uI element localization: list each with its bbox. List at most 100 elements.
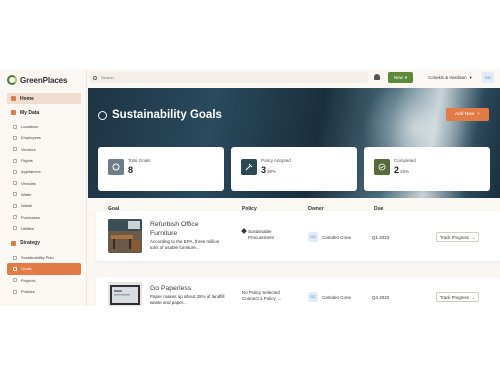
top-bar: New ▾ Conekin & Hardison ▾ CC (88, 69, 500, 87)
sidebar-item-label: Projects (21, 277, 36, 283)
logo[interactable]: GreenPlaces (7, 75, 67, 85)
sidebar-section-label: Strategy (20, 240, 41, 247)
arrow-right-icon: → (277, 296, 282, 301)
goal-description: According to the EPA, three million tons… (150, 239, 220, 250)
track-progress-button[interactable]: Track Progress → (436, 232, 479, 242)
target-icon (98, 110, 107, 120)
sidebar-item-label: Flights (21, 158, 33, 164)
sidebar-item-flights[interactable]: Flights (7, 155, 81, 166)
database-icon (11, 110, 16, 115)
document-icon (13, 289, 17, 294)
owner-avatar: CC (308, 292, 318, 302)
sidebar-item-home[interactable]: Home (7, 93, 81, 104)
cart-icon (13, 215, 17, 220)
sidebar-item-utilities[interactable]: Utilities (7, 223, 81, 234)
sidebar-item-label: Purchases (21, 214, 40, 220)
policy-name-line2: Procurement (248, 235, 274, 240)
sidebar-section-label: My Data (20, 109, 40, 116)
owner-name: Camden Cone (322, 295, 352, 300)
sidebar-section-my-data[interactable]: My Data (7, 107, 81, 118)
water-drop-icon (13, 192, 17, 197)
sidebar-item-appliances[interactable]: Appliances (7, 166, 81, 177)
avatar[interactable]: CC (482, 72, 494, 83)
search-box[interactable] (90, 72, 368, 83)
search-icon (93, 75, 97, 80)
bolt-icon (13, 226, 17, 231)
connect-policy-link[interactable]: Connect a Policy → (242, 296, 282, 302)
chevron-down-icon: ▾ (469, 74, 472, 80)
search-input[interactable] (101, 75, 341, 80)
stat-card-completed: Completed 225% (364, 147, 490, 191)
sidebar-item-label: Utilities (21, 225, 34, 231)
sidebar-item-goals[interactable]: Goals (7, 263, 81, 275)
track-progress-label: Track Progress (439, 234, 469, 240)
track-progress-label: Track Progress (439, 294, 469, 300)
stat-card-total-goals: Total Goals 8 (98, 147, 224, 191)
sidebar-item-locations[interactable]: Locations (7, 121, 81, 132)
sidebar-item-label: Policies (21, 289, 35, 294)
stat-value: 338% (261, 165, 276, 175)
bell-icon[interactable] (374, 74, 380, 80)
sidebar-item-label: Home (20, 95, 34, 102)
sidebar: GreenPlaces Home My Data Locations Emplo… (0, 69, 87, 306)
policy-name: Sustainable (248, 229, 272, 234)
stat-card-policy-adopted: Policy Adopted 338% (231, 147, 357, 191)
pie-chart-icon (108, 159, 124, 175)
add-new-button[interactable]: Add New + (446, 108, 489, 121)
sidebar-item-sustainability-plan[interactable]: Sustainability Plan (7, 252, 81, 263)
policy-cell: No Policy Selected Connect a Policy → (242, 290, 282, 302)
track-progress-button[interactable]: Track Progress → (436, 292, 479, 302)
table-row[interactable]: Refurbish Office Furniture According to … (96, 211, 500, 261)
sidebar-item-employees[interactable]: Employees (7, 132, 81, 143)
add-new-label: Add New (454, 112, 475, 117)
table-header: Goal ↓ Policy⇅ Owner⇅ Due Date⇅ (88, 198, 500, 218)
sidebar-item-water[interactable]: Water (7, 189, 81, 200)
connect-policy-label: Connect a Policy (242, 296, 276, 301)
sidebar-item-purchases[interactable]: Purchases (7, 211, 81, 222)
org-switcher[interactable]: Conekin & Hardison ▾ (420, 72, 480, 83)
goal-title[interactable]: Go Paperless (150, 284, 220, 293)
trash-icon (13, 203, 17, 208)
stat-percent: 38% (267, 169, 277, 174)
sidebar-item-vehicles[interactable]: Vehicles (7, 177, 81, 188)
home-icon (11, 96, 16, 101)
due-date: Q1 2023 (372, 235, 390, 240)
new-button-label: New (393, 75, 403, 80)
goal-description: Paper makes up about 25% of landfill was… (150, 294, 225, 305)
app-window: GreenPlaces Home My Data Locations Emplo… (0, 69, 500, 306)
stat-number: 8 (128, 165, 134, 175)
sidebar-item-projects[interactable]: Projects (7, 275, 81, 286)
goal-thumbnail (108, 282, 142, 306)
org-name: Conekin & Hardison (428, 75, 467, 80)
sidebar-item-label: Sustainability Plan (21, 255, 54, 261)
goal-title[interactable]: Refurbish Office Furniture (150, 220, 220, 238)
sidebar-item-waste[interactable]: Waste (7, 200, 81, 211)
stat-value: 8 (128, 165, 133, 175)
stat-label: Completed (394, 158, 416, 163)
gavel-icon (241, 159, 257, 175)
owner-name: Camden Cone (322, 235, 352, 240)
people-icon (13, 135, 17, 140)
sidebar-item-label: Locations (21, 124, 39, 130)
new-button[interactable]: New ▾ (388, 72, 413, 83)
table-row[interactable]: Go Paperless Paper makes up about 25% of… (96, 277, 500, 306)
plane-icon (13, 158, 17, 163)
arrow-right-icon: → (470, 294, 476, 300)
sidebar-item-label: Goals (21, 266, 32, 272)
sidebar-item-vendors[interactable]: Vendors (7, 144, 81, 155)
sidebar-section-strategy[interactable]: Strategy (7, 238, 81, 249)
sidebar-item-label: Appliances (21, 169, 41, 175)
sidebar-item-policies[interactable]: Policies (7, 286, 81, 297)
sidebar-item-label: Water (21, 191, 32, 197)
appliance-icon (13, 169, 17, 174)
arrow-right-icon: → (470, 234, 476, 240)
due-date: Q4 2022 (372, 295, 390, 300)
policy-cell: Sustainable Procurement (241, 228, 274, 241)
stat-value: 225% (394, 165, 409, 175)
chevron-down-icon: ▾ (404, 74, 408, 80)
stat-number: 3 (261, 165, 267, 175)
gavel-icon (241, 228, 247, 234)
stat-number: 2 (394, 165, 400, 175)
sidebar-item-label: Waste (21, 203, 33, 209)
logo-text: GreenPlaces (20, 75, 68, 85)
